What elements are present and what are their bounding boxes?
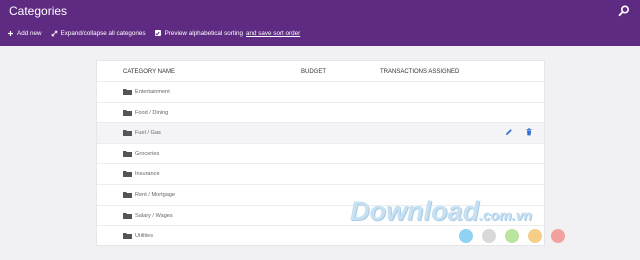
trash-icon	[526, 128, 532, 136]
preview-sort-toggle[interactable]: Preview alphabetical sorting and save so…	[154, 29, 300, 37]
folder-icon	[123, 212, 132, 219]
table-row[interactable]: Fuel / Gas	[97, 122, 544, 143]
save-sort-link[interactable]: and save sort order	[246, 30, 300, 37]
expand-collapse-label: Expand/collapse all categories	[60, 29, 146, 37]
watermark-domain: .com.vn	[479, 207, 532, 223]
category-name: Entertainment	[135, 89, 170, 95]
watermark-dot	[505, 229, 519, 243]
watermark: Download.com.vn	[350, 196, 590, 226]
folder-icon	[123, 109, 132, 116]
column-category-name[interactable]: CATEGORY NAME	[123, 69, 175, 75]
table-row[interactable]: Food / Dining	[97, 101, 544, 123]
table-row[interactable]: Entertainment	[97, 81, 544, 102]
folder-icon	[123, 233, 132, 240]
folder-icon	[123, 89, 132, 95]
search-icon	[618, 5, 630, 17]
watermark-brand: Download	[350, 196, 479, 226]
expand-collapse-button[interactable]: Expand/collapse all categories	[51, 30, 146, 37]
expand-arrows-icon	[51, 30, 57, 36]
plus-icon	[8, 30, 13, 36]
preview-sort-label: Preview alphabetical sorting	[164, 29, 243, 37]
watermark-dot	[551, 229, 565, 243]
watermark-dot	[482, 229, 496, 243]
checkbox-checked-icon[interactable]	[154, 30, 161, 36]
folder-icon	[123, 171, 132, 178]
table-row[interactable]: Insurance	[97, 163, 544, 184]
category-name: Food / Dining	[135, 109, 169, 116]
add-new-label: Add new	[17, 29, 42, 37]
edit-button[interactable]	[505, 128, 513, 136]
table-row[interactable]: Groceries	[97, 142, 544, 164]
folder-icon	[123, 191, 132, 198]
watermark-dot	[459, 229, 473, 243]
category-name: Groceries	[135, 150, 160, 157]
column-transactions-assigned[interactable]: TRANSACTIONS ASSIGNED	[380, 69, 459, 75]
search-button[interactable]	[617, 4, 631, 18]
category-name: Utilities	[135, 233, 154, 240]
page-title: Categories	[9, 4, 68, 18]
top-bar: Categories Add new Expand/collapse all c…	[0, 0, 640, 46]
watermark-dots	[459, 229, 574, 243]
folder-icon	[123, 130, 132, 137]
category-name: Rent / Mortgage	[135, 191, 176, 198]
category-name: Fuel / Gas	[135, 130, 161, 137]
pencil-icon	[506, 129, 512, 136]
add-new-button[interactable]: Add new	[7, 30, 42, 37]
column-budget[interactable]: BUDGET	[301, 69, 326, 75]
toolbar: Add new Expand/collapse all categories P…	[7, 27, 309, 39]
category-name: Salary / Wages	[135, 212, 173, 219]
category-name: Insurance	[135, 171, 160, 178]
delete-button[interactable]	[525, 128, 533, 136]
watermark-dot	[528, 229, 542, 243]
table-header: CATEGORY NAME BUDGET TRANSACTIONS ASSIGN…	[97, 61, 544, 81]
folder-icon	[123, 150, 132, 157]
